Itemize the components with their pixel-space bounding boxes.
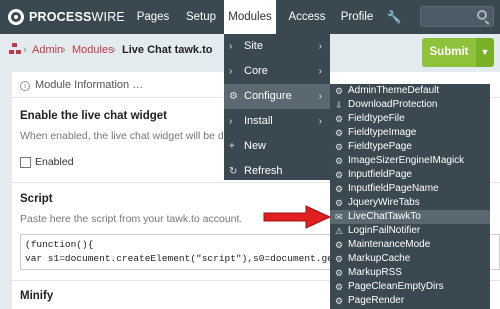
enable-widget-label: Enable the live chat widget: [20, 110, 167, 122]
gear-icon: ⚙: [335, 268, 344, 278]
submenu-item-loginfailnotifier[interactable]: ⚠ LoginFailNotifier: [330, 224, 490, 238]
gear-icon: ⚙: [335, 128, 344, 138]
gear-icon: ⚙: [335, 142, 344, 152]
gear-icon: ⚙: [335, 198, 344, 208]
page-title: Live Chat tawk.to: [122, 44, 213, 56]
script-description: Paste here the script from your tawk.to …: [20, 213, 243, 225]
gear-icon: ⚙: [335, 114, 344, 124]
download-icon: ⇩: [335, 100, 343, 110]
processwire-logo-icon: [8, 9, 24, 25]
enabled-checkbox-label[interactable]: Enabled: [35, 156, 74, 168]
chevron-right-icon: ›: [229, 116, 233, 127]
submenu-item-pagerender[interactable]: ⚙ PageRender: [330, 294, 490, 308]
breadcrumb-modules[interactable]: Modules: [72, 44, 114, 56]
info-icon: i: [20, 81, 30, 91]
enabled-checkbox[interactable]: [20, 157, 31, 168]
gear-icon: ⚙: [229, 91, 238, 102]
submenu-item-downloadprotection[interactable]: ⇩ DownloadProtection: [330, 98, 490, 112]
nav-modules[interactable]: Modules: [224, 0, 276, 34]
chevron-right-icon: ›: [318, 116, 322, 127]
chevron-right-icon: ›: [229, 66, 233, 77]
warning-icon: ⚠: [335, 226, 344, 236]
breadcrumb-separator: ›: [112, 44, 116, 56]
wrench-icon[interactable]: 🔧: [382, 0, 406, 34]
nav-setup[interactable]: Setup: [180, 0, 222, 34]
gear-icon: ⚙: [335, 170, 344, 180]
nav-pages[interactable]: Pages: [130, 0, 176, 34]
chevron-right-icon: ›: [318, 66, 322, 77]
breadcrumb-admin[interactable]: Admin: [32, 44, 63, 56]
submenu-item-inputfieldpagename[interactable]: ⚙ InputfieldPageName: [330, 182, 490, 196]
submenu-item-fieldtypepage[interactable]: ⚙ FieldtypePage: [330, 140, 490, 154]
menu-item-refresh[interactable]: ↻ Refresh: [224, 159, 330, 184]
plus-icon: +: [229, 141, 235, 152]
chevron-down-icon[interactable]: ▼: [476, 38, 494, 67]
configure-submenu: ⚙ AdminThemeDefault ⇩ DownloadProtection ⚙…: [330, 84, 490, 309]
gear-icon: ⚙: [335, 296, 344, 306]
breadcrumb-separator: ›: [62, 44, 66, 56]
modules-dropdown-menu: › Site › › Core › ⚙ Configure › › Instal…: [224, 34, 330, 180]
chat-icon: ✉: [335, 212, 343, 222]
submenu-item-pagecleanemptydirs[interactable]: ⚙ PageCleanEmptyDirs: [330, 280, 490, 294]
search-icon: [477, 10, 487, 20]
menu-item-new[interactable]: + New: [224, 134, 330, 159]
submenu-item-livechattawkto[interactable]: ✉ LiveChatTawkTo: [330, 210, 490, 224]
submit-button[interactable]: Submit: [422, 38, 476, 67]
breadcrumb-separator: ›: [23, 44, 27, 56]
chevron-right-icon: ›: [318, 91, 322, 102]
search-input[interactable]: [420, 6, 494, 27]
refresh-icon: ↻: [229, 166, 238, 177]
menu-item-configure[interactable]: ⚙ Configure ›: [224, 84, 330, 109]
menu-item-core[interactable]: › Core ›: [224, 59, 330, 84]
logo-text: PROCESSWIRE: [29, 10, 125, 24]
menu-item-install[interactable]: › Install ›: [224, 109, 330, 134]
top-navigation-bar: PROCESSWIRE Pages Setup Modules Access P…: [0, 0, 500, 34]
submenu-item-maintenancemode[interactable]: ⚙ MaintenanceMode: [330, 238, 490, 252]
gear-icon: ⚙: [335, 184, 344, 194]
nav-access[interactable]: Access: [282, 0, 332, 34]
submenu-item-inputfieldpage[interactable]: ⚙ InputfieldPage: [330, 168, 490, 182]
red-arrow-annotation: [263, 205, 332, 229]
gear-icon: ⚙: [335, 240, 344, 250]
gear-icon: ⚙: [335, 86, 344, 96]
nav-profile[interactable]: Profile: [336, 0, 378, 34]
sitemap-icon[interactable]: [9, 43, 21, 55]
submenu-item-imagesizerengineimagick[interactable]: ⚙ ImageSizerEngineIMagick: [330, 154, 490, 168]
submenu-item-adminthemedefault[interactable]: ⚙ AdminThemeDefault: [330, 84, 490, 98]
menu-item-site[interactable]: › Site ›: [224, 34, 330, 59]
minify-label: Minify: [20, 290, 54, 302]
enable-widget-description: When enabled, the live chat widget will …: [20, 130, 240, 142]
submenu-item-markupcache[interactable]: ⚙ MarkupCache: [330, 252, 490, 266]
gear-icon: ⚙: [335, 156, 344, 166]
chevron-right-icon: ›: [229, 41, 233, 52]
gear-icon: ⚙: [335, 282, 344, 292]
script-label: Script: [20, 193, 53, 205]
submenu-item-fieldtypefile[interactable]: ⚙ FieldtypeFile: [330, 112, 490, 126]
gear-icon: ⚙: [335, 254, 344, 264]
submenu-item-jquerywiretabs[interactable]: ⚙ JqueryWireTabs: [330, 196, 490, 210]
processwire-logo[interactable]: PROCESSWIRE: [8, 9, 125, 25]
chevron-right-icon: ›: [318, 41, 322, 52]
submenu-item-fieldtypeimage[interactable]: ⚙ FieldtypeImage: [330, 126, 490, 140]
submenu-item-markuprss[interactable]: ⚙ MarkupRSS: [330, 266, 490, 280]
